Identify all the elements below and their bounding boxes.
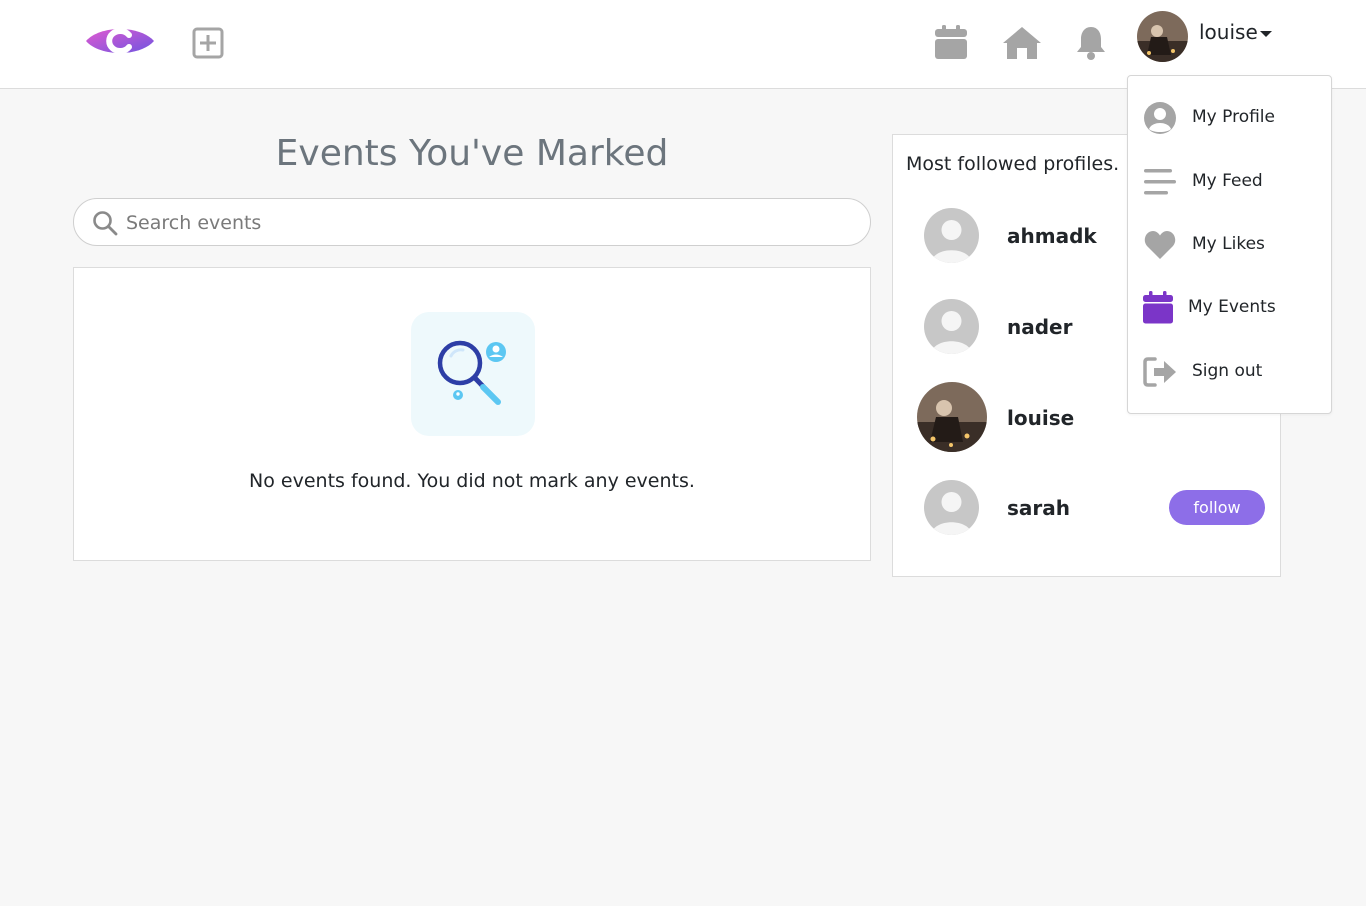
profiles-card-title: Most followed profiles. (906, 153, 1120, 175)
magnifier-illustration-icon (411, 312, 535, 436)
default-avatar-icon[interactable] (924, 480, 979, 535)
search-box[interactable] (73, 198, 871, 246)
menu-item-my-feed[interactable]: My Feed (1128, 156, 1331, 206)
bell-icon[interactable] (1075, 25, 1107, 60)
profile-name[interactable]: louise (1007, 406, 1074, 430)
user-dropdown-menu: My Profile My Feed My Likes My Events Si… (1127, 75, 1332, 414)
username-label[interactable]: louise (1199, 20, 1258, 44)
menu-item-label: My Feed (1192, 171, 1263, 191)
home-icon[interactable] (1002, 25, 1042, 60)
default-avatar-icon[interactable] (924, 299, 979, 354)
events-empty-card: No events found. You did not mark any ev… (73, 267, 871, 561)
stream-lines-icon (1144, 169, 1176, 195)
empty-state-message: No events found. You did not mark any ev… (249, 470, 695, 492)
menu-item-my-events[interactable]: My Events (1128, 282, 1331, 332)
menu-item-label: Sign out (1192, 361, 1263, 381)
avatar-photo-icon (1137, 11, 1188, 62)
calendar-icon[interactable] (934, 24, 968, 60)
user-circle-icon (1144, 102, 1176, 134)
caret-down-icon[interactable] (1260, 31, 1272, 37)
calendar-purple-icon (1143, 291, 1173, 324)
brand-logo-icon[interactable] (84, 22, 156, 60)
page-title: Events You've Marked (275, 133, 669, 174)
search-input[interactable] (126, 207, 846, 239)
add-event-icon[interactable] (192, 27, 224, 59)
menu-item-my-profile[interactable]: My Profile (1128, 92, 1331, 142)
menu-item-label: My Profile (1192, 107, 1275, 127)
search-icon (93, 211, 118, 236)
user-avatar[interactable] (1137, 11, 1188, 62)
profile-name[interactable]: sarah (1007, 496, 1070, 520)
profile-name[interactable]: ahmadk (1007, 224, 1097, 248)
avatar-photo-icon[interactable] (917, 382, 987, 452)
menu-item-label: My Events (1188, 297, 1276, 317)
menu-item-my-likes[interactable]: My Likes (1128, 219, 1331, 269)
sign-out-icon (1143, 357, 1176, 387)
menu-item-sign-out[interactable]: Sign out (1128, 346, 1331, 396)
default-avatar-icon[interactable] (924, 208, 979, 263)
menu-item-label: My Likes (1192, 234, 1265, 254)
profile-name[interactable]: nader (1007, 315, 1072, 339)
profile-row: sarah follow (893, 467, 1280, 547)
heart-icon (1144, 231, 1176, 259)
follow-button[interactable]: follow (1169, 490, 1265, 525)
